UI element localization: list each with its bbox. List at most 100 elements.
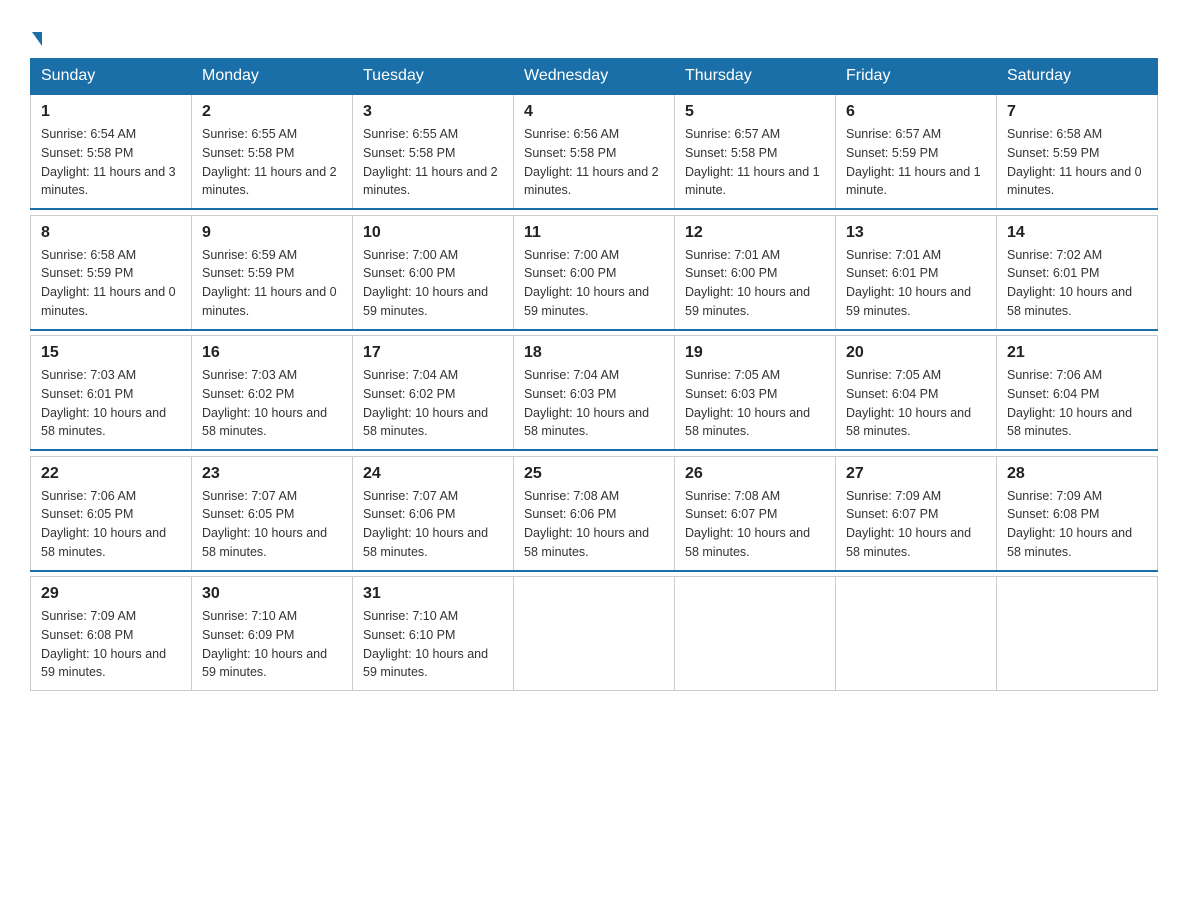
- calendar-cell: 10 Sunrise: 7:00 AMSunset: 6:00 PMDayligh…: [353, 215, 514, 330]
- day-number: 1: [41, 103, 181, 121]
- calendar-week-1: 1Sunrise: 6:54 AMSunset: 5:58 PMDaylight…: [31, 94, 1158, 209]
- calendar-cell: [514, 577, 675, 691]
- calendar-cell: 13 Sunrise: 7:01 AMSunset: 6:01 PMDayligh…: [836, 215, 997, 330]
- day-number: 25: [524, 465, 664, 483]
- day-number: 24: [363, 465, 503, 483]
- day-number: 20: [846, 344, 986, 362]
- calendar-cell: 23 Sunrise: 7:07 AMSunset: 6:05 PMDayligh…: [192, 456, 353, 571]
- day-number: 10: [363, 224, 503, 242]
- calendar-cell: 9Sunrise: 6:59 AMSunset: 5:59 PMDaylight…: [192, 215, 353, 330]
- day-number: 7: [1007, 103, 1147, 121]
- calendar-cell: 5 Sunrise: 6:57 AMSunset: 5:58 PMDaylight…: [675, 94, 836, 209]
- day-header-monday: Monday: [192, 59, 353, 95]
- day-number: 21: [1007, 344, 1147, 362]
- calendar-cell: 26Sunrise: 7:08 AMSunset: 6:07 PMDayligh…: [675, 456, 836, 571]
- day-info: Sunrise: 7:01 AMSunset: 6:00 PMDaylight:…: [685, 246, 825, 321]
- day-info: Sunrise: 7:04 AMSunset: 6:02 PMDaylight:…: [363, 366, 503, 441]
- day-info: Sunrise: 7:08 AMSunset: 6:06 PMDaylight:…: [524, 487, 664, 562]
- day-number: 22: [41, 465, 181, 483]
- calendar-cell: 22 Sunrise: 7:06 AMSunset: 6:05 PMDayligh…: [31, 456, 192, 571]
- calendar-cell: [675, 577, 836, 691]
- logo: [30, 20, 42, 48]
- day-header-wednesday: Wednesday: [514, 59, 675, 95]
- day-info: Sunrise: 6:57 AMSunset: 5:59 PMDaylight:…: [846, 125, 986, 200]
- day-info: Sunrise: 6:55 AMSunset: 5:58 PMDaylight:…: [202, 125, 342, 200]
- day-number: 5: [685, 103, 825, 121]
- day-header-sunday: Sunday: [31, 59, 192, 95]
- calendar-cell: 16 Sunrise: 7:03 AMSunset: 6:02 PMDayligh…: [192, 336, 353, 451]
- calendar-cell: 31 Sunrise: 7:10 AMSunset: 6:10 PMDayligh…: [353, 577, 514, 691]
- day-number: 14: [1007, 224, 1147, 242]
- calendar-cell: 12 Sunrise: 7:01 AMSunset: 6:00 PMDayligh…: [675, 215, 836, 330]
- day-info: Sunrise: 7:07 AMSunset: 6:05 PMDaylight:…: [202, 487, 342, 562]
- calendar-cell: 7 Sunrise: 6:58 AMSunset: 5:59 PMDaylight…: [997, 94, 1158, 209]
- day-header-friday: Friday: [836, 59, 997, 95]
- day-number: 29: [41, 585, 181, 603]
- day-number: 3: [363, 103, 503, 121]
- day-number: 15: [41, 344, 181, 362]
- calendar-week-3: 15Sunrise: 7:03 AMSunset: 6:01 PMDayligh…: [31, 336, 1158, 451]
- day-number: 4: [524, 103, 664, 121]
- day-info: Sunrise: 7:03 AMSunset: 6:02 PMDaylight:…: [202, 366, 342, 441]
- calendar-cell: 11Sunrise: 7:00 AMSunset: 6:00 PMDayligh…: [514, 215, 675, 330]
- day-header-tuesday: Tuesday: [353, 59, 514, 95]
- day-info: Sunrise: 7:00 AMSunset: 6:00 PMDaylight:…: [363, 246, 503, 321]
- day-info: Sunrise: 7:09 AMSunset: 6:08 PMDaylight:…: [41, 607, 181, 682]
- day-number: 2: [202, 103, 342, 121]
- calendar-cell: 3 Sunrise: 6:55 AMSunset: 5:58 PMDaylight…: [353, 94, 514, 209]
- calendar-cell: 1Sunrise: 6:54 AMSunset: 5:58 PMDaylight…: [31, 94, 192, 209]
- day-header-thursday: Thursday: [675, 59, 836, 95]
- calendar-cell: 6 Sunrise: 6:57 AMSunset: 5:59 PMDaylight…: [836, 94, 997, 209]
- logo-text: [30, 20, 42, 48]
- day-info: Sunrise: 7:05 AMSunset: 6:03 PMDaylight:…: [685, 366, 825, 441]
- day-number: 13: [846, 224, 986, 242]
- day-header-saturday: Saturday: [997, 59, 1158, 95]
- day-info: Sunrise: 6:55 AMSunset: 5:58 PMDaylight:…: [363, 125, 503, 200]
- page-header: [30, 20, 1158, 48]
- calendar-cell: 19 Sunrise: 7:05 AMSunset: 6:03 PMDayligh…: [675, 336, 836, 451]
- day-number: 18: [524, 344, 664, 362]
- calendar-cell: 2 Sunrise: 6:55 AMSunset: 5:58 PMDaylight…: [192, 94, 353, 209]
- day-info: Sunrise: 7:06 AMSunset: 6:04 PMDaylight:…: [1007, 366, 1147, 441]
- day-info: Sunrise: 6:57 AMSunset: 5:58 PMDaylight:…: [685, 125, 825, 200]
- calendar-cell: 15Sunrise: 7:03 AMSunset: 6:01 PMDayligh…: [31, 336, 192, 451]
- calendar-week-5: 29 Sunrise: 7:09 AMSunset: 6:08 PMDayligh…: [31, 577, 1158, 691]
- day-info: Sunrise: 7:06 AMSunset: 6:05 PMDaylight:…: [41, 487, 181, 562]
- calendar-cell: [836, 577, 997, 691]
- calendar-table: SundayMondayTuesdayWednesdayThursdayFrid…: [30, 58, 1158, 691]
- day-number: 31: [363, 585, 503, 603]
- day-number: 12: [685, 224, 825, 242]
- calendar-week-2: 8Sunrise: 6:58 AMSunset: 5:59 PMDaylight…: [31, 215, 1158, 330]
- day-info: Sunrise: 7:09 AMSunset: 6:07 PMDaylight:…: [846, 487, 986, 562]
- calendar-cell: 29 Sunrise: 7:09 AMSunset: 6:08 PMDayligh…: [31, 577, 192, 691]
- calendar-week-4: 22 Sunrise: 7:06 AMSunset: 6:05 PMDayligh…: [31, 456, 1158, 571]
- calendar-cell: 14Sunrise: 7:02 AMSunset: 6:01 PMDayligh…: [997, 215, 1158, 330]
- day-info: Sunrise: 7:04 AMSunset: 6:03 PMDaylight:…: [524, 366, 664, 441]
- calendar-cell: 18 Sunrise: 7:04 AMSunset: 6:03 PMDayligh…: [514, 336, 675, 451]
- day-info: Sunrise: 6:59 AMSunset: 5:59 PMDaylight:…: [202, 246, 342, 321]
- day-info: Sunrise: 7:07 AMSunset: 6:06 PMDaylight:…: [363, 487, 503, 562]
- day-info: Sunrise: 7:10 AMSunset: 6:10 PMDaylight:…: [363, 607, 503, 682]
- day-number: 26: [685, 465, 825, 483]
- day-number: 27: [846, 465, 986, 483]
- day-info: Sunrise: 6:58 AMSunset: 5:59 PMDaylight:…: [1007, 125, 1147, 200]
- day-info: Sunrise: 7:10 AMSunset: 6:09 PMDaylight:…: [202, 607, 342, 682]
- calendar-cell: 21 Sunrise: 7:06 AMSunset: 6:04 PMDayligh…: [997, 336, 1158, 451]
- calendar-cell: 30Sunrise: 7:10 AMSunset: 6:09 PMDayligh…: [192, 577, 353, 691]
- day-info: Sunrise: 6:56 AMSunset: 5:58 PMDaylight:…: [524, 125, 664, 200]
- calendar-cell: [997, 577, 1158, 691]
- day-number: 6: [846, 103, 986, 121]
- day-number: 19: [685, 344, 825, 362]
- logo-triangle-icon: [32, 32, 42, 46]
- day-number: 23: [202, 465, 342, 483]
- day-number: 16: [202, 344, 342, 362]
- calendar-cell: 28 Sunrise: 7:09 AMSunset: 6:08 PMDayligh…: [997, 456, 1158, 571]
- day-info: Sunrise: 6:58 AMSunset: 5:59 PMDaylight:…: [41, 246, 181, 321]
- day-info: Sunrise: 7:09 AMSunset: 6:08 PMDaylight:…: [1007, 487, 1147, 562]
- day-number: 17: [363, 344, 503, 362]
- day-info: Sunrise: 7:01 AMSunset: 6:01 PMDaylight:…: [846, 246, 986, 321]
- calendar-cell: 4 Sunrise: 6:56 AMSunset: 5:58 PMDaylight…: [514, 94, 675, 209]
- day-number: 28: [1007, 465, 1147, 483]
- calendar-cell: 27 Sunrise: 7:09 AMSunset: 6:07 PMDayligh…: [836, 456, 997, 571]
- day-number: 11: [524, 224, 664, 242]
